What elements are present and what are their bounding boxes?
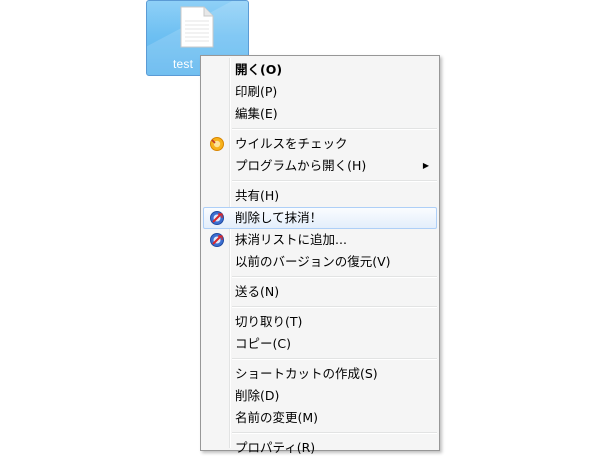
menu-item-label: 編集(E) <box>235 106 278 121</box>
menu-item-label: ショートカットの作成(S) <box>235 366 378 381</box>
menu-item-label: 抹消リストに追加... <box>235 232 347 247</box>
menu-item-label: 切り取り(T) <box>235 314 303 329</box>
menu-separator <box>232 276 437 278</box>
menu-item-label: 削除(D) <box>235 388 280 403</box>
antivirus-icon <box>210 137 224 151</box>
menu-item[interactable]: 開く(O) <box>203 59 437 81</box>
desktop: test 開く(O) 印刷(P) 編集(E) ウイルスをチェックプログラムから開く(H… <box>0 0 608 456</box>
menu-item[interactable]: 以前のバージョンの復元(V) <box>203 251 437 273</box>
shredder-icon <box>210 211 224 225</box>
menu-item-label: プログラムから開く(H) <box>235 158 367 173</box>
menu-item[interactable]: 切り取り(T) <box>203 311 437 333</box>
file-name: test <box>173 57 194 71</box>
menu-item-label: ウイルスをチェック <box>235 136 348 151</box>
menu-item-label: 開く(O) <box>235 62 283 77</box>
menu-item[interactable]: 削除して抹消！ <box>203 207 437 229</box>
menu-item[interactable]: 名前の変更(M) <box>203 407 437 429</box>
menu-item[interactable]: 印刷(P) <box>203 81 437 103</box>
menu-item[interactable]: プロパティ(R) <box>203 437 437 456</box>
menu-item[interactable]: プログラムから開く(H) ▶ <box>203 155 437 177</box>
menu-item-label: 印刷(P) <box>235 84 278 99</box>
menu-item-label: コピー(C) <box>235 336 291 351</box>
menu-item-label: 送る(N) <box>235 284 280 299</box>
menu-item-label: 以前のバージョンの復元(V) <box>235 254 391 269</box>
submenu-arrow-icon: ▶ <box>422 161 429 170</box>
menu-separator <box>232 128 437 130</box>
menu-item[interactable]: コピー(C) <box>203 333 437 355</box>
menu-item-label: 削除して抹消！ <box>235 210 323 225</box>
menu-item[interactable]: 抹消リストに追加... <box>203 229 437 251</box>
menu-item[interactable]: 編集(E) <box>203 103 437 125</box>
menu-separator <box>232 358 437 360</box>
menu-item[interactable]: ショートカットの作成(S) <box>203 363 437 385</box>
menu-item[interactable]: 共有(H) <box>203 185 437 207</box>
menu-item-label: 名前の変更(M) <box>235 410 319 425</box>
menu-item[interactable]: ウイルスをチェック <box>203 133 437 155</box>
menu-separator <box>232 432 437 434</box>
menu-separator <box>232 306 437 308</box>
menu-item[interactable]: 送る(N) <box>203 281 437 303</box>
document-icon <box>180 6 214 48</box>
menu-item-label: 共有(H) <box>235 188 280 203</box>
menu-item-label: プロパティ(R) <box>235 440 316 455</box>
menu-separator <box>232 180 437 182</box>
context-menu: 開く(O) 印刷(P) 編集(E) ウイルスをチェックプログラムから開く(H) ▶ 共有(… <box>200 55 440 455</box>
menu-item[interactable]: 削除(D) <box>203 385 437 407</box>
shredder-icon <box>210 233 224 247</box>
